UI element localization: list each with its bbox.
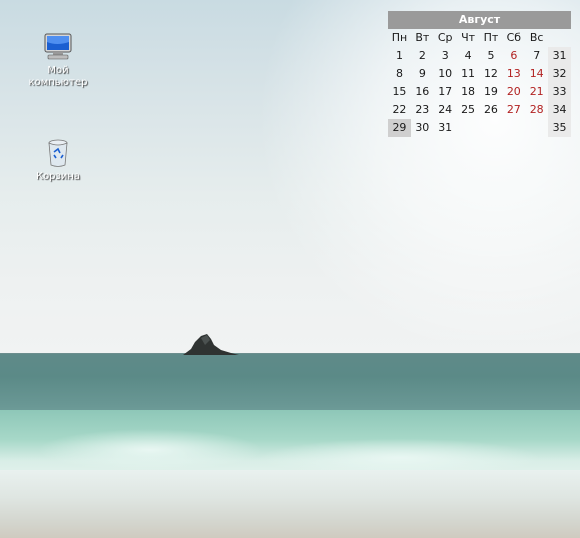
desktop-icon-recycle-bin[interactable]: Корзина [20,138,96,183]
calendar-day[interactable]: 31 [434,119,457,137]
desktop-icon-my-computer[interactable]: Мой компьютер [20,32,96,89]
calendar-day[interactable]: 18 [457,83,480,101]
calendar-day-weekend[interactable]: 6 [502,47,525,65]
calendar-day-weekend[interactable]: 7 [525,47,548,65]
calendar-day-weekend[interactable]: 28 [525,101,548,119]
calendar-day-weekend[interactable]: 21 [525,83,548,101]
calendar-day-weekend[interactable]: 27 [502,101,525,119]
weekday-header: Вс [529,31,544,44]
calendar-day[interactable]: 4 [457,47,480,65]
calendar-day-weekend[interactable]: 20 [502,83,525,101]
calendar-day[interactable]: 10 [434,65,457,83]
calendar-day[interactable]: 25 [457,101,480,119]
calendar-day[interactable]: 3 [434,47,457,65]
desktop-icon-label: Корзина [35,171,81,182]
calendar-day[interactable]: 30 [411,119,434,137]
calendar-day[interactable]: 11 [457,65,480,83]
my-computer-icon [44,33,72,60]
calendar-day-empty [480,119,503,137]
calendar-week-number: 31 [548,47,571,65]
calendar-day[interactable]: 17 [434,83,457,101]
calendar-day[interactable]: 22 [388,101,411,119]
calendar-day[interactable]: 2 [411,47,434,65]
calendar-day-empty [457,119,480,137]
calendar-day-weekend[interactable]: 14 [525,65,548,83]
calendar-day[interactable]: 1 [388,47,411,65]
calendar-widget: Август Пн Вт Ср Чт Пт Сб Вс 1 2 3 4 5 6 … [388,11,571,137]
calendar-day[interactable]: 5 [480,47,503,65]
calendar-week-number: 34 [548,101,571,119]
calendar-day[interactable]: 26 [480,101,503,119]
calendar-grid: Пн Вт Ср Чт Пт Сб Вс 1 2 3 4 5 6 7 31 8 … [388,29,571,137]
week-number-header [548,29,571,47]
calendar-day[interactable]: 23 [411,101,434,119]
calendar-week-number: 33 [548,83,571,101]
calendar-day[interactable]: 15 [388,83,411,101]
weekday-header: Вт [415,31,430,44]
calendar-week-number: 32 [548,65,571,83]
calendar-day[interactable]: 24 [434,101,457,119]
weekday-header: Сб [506,31,522,44]
desktop-icon-label: Мой компьютер [28,65,88,88]
wallpaper-rock [183,334,239,355]
calendar-month-title: Август [388,11,571,29]
calendar-day-weekend[interactable]: 13 [502,65,525,83]
calendar-day-empty [502,119,525,137]
calendar-day[interactable]: 8 [388,65,411,83]
calendar-day-empty [525,119,548,137]
calendar-day[interactable]: 16 [411,83,434,101]
calendar-day[interactable]: 12 [480,65,503,83]
calendar-week-number: 35 [548,119,571,137]
calendar-day[interactable]: 19 [480,83,503,101]
weekday-header: Пн [391,31,408,44]
weekday-header: Пт [483,31,499,44]
calendar-day[interactable]: 9 [411,65,434,83]
weekday-header: Ср [437,31,453,44]
wallpaper-foam [0,470,580,538]
weekday-header: Чт [461,31,476,44]
recycle-bin-icon [48,139,68,167]
calendar-day-highlighted[interactable]: 29 [388,119,411,137]
